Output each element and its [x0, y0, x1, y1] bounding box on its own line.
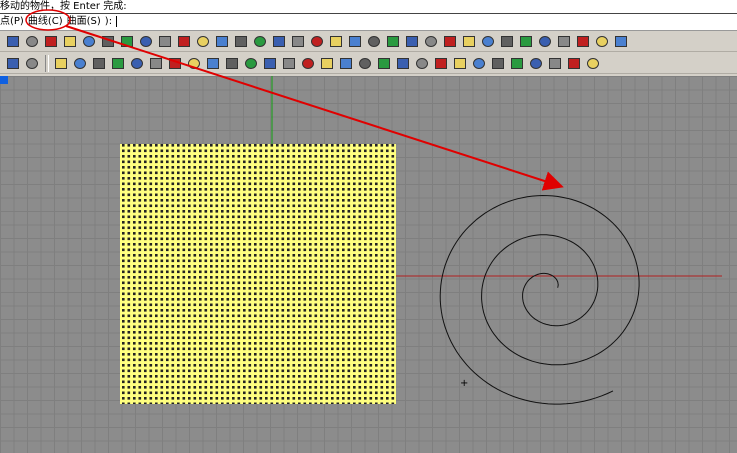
cursor-crosshair: + [460, 378, 468, 389]
highlight-circle [25, 9, 71, 31]
surface-control-points[interactable] [120, 144, 396, 404]
scene-overlay: + [25, 9, 722, 405]
spiral-curve[interactable] [439, 194, 640, 405]
